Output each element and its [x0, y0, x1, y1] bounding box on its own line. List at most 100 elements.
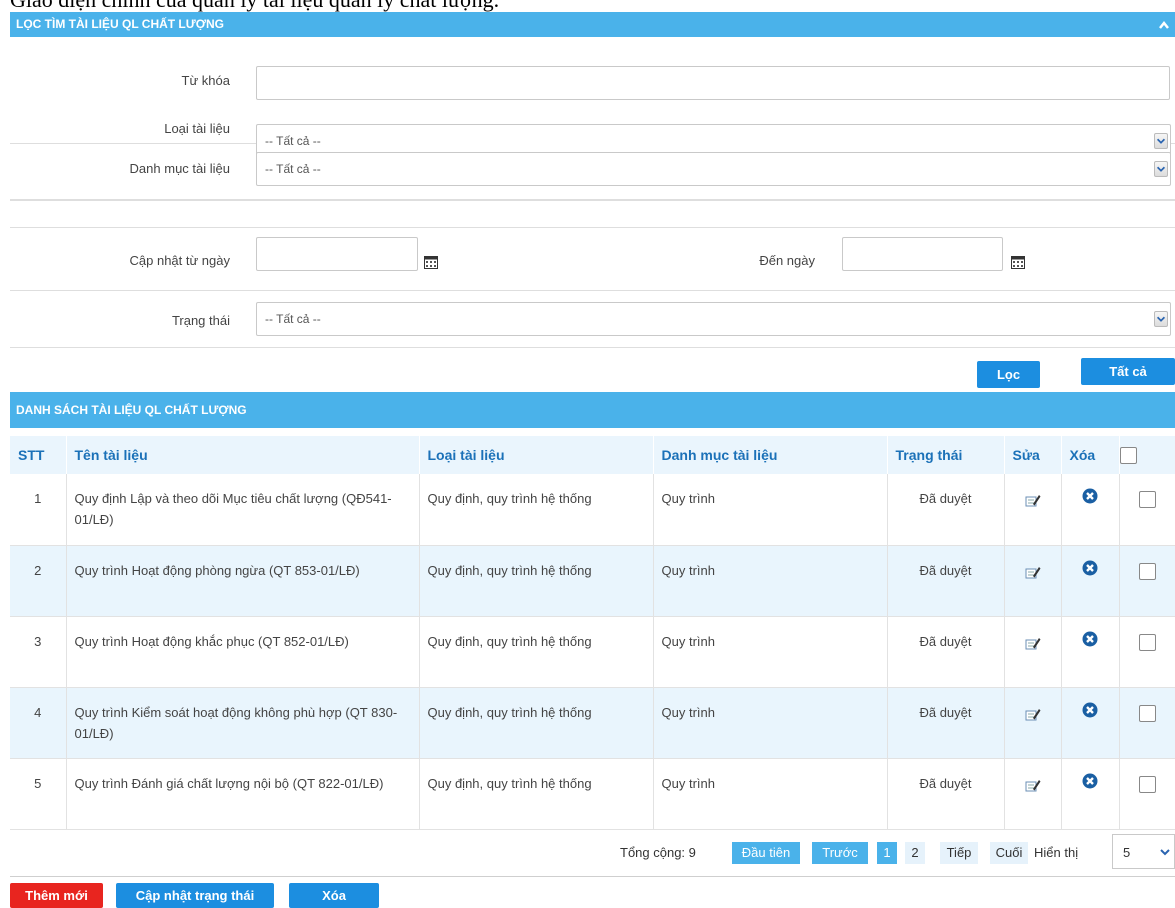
edit-icon[interactable]	[1025, 492, 1041, 508]
cell-status: Đã duyệt	[887, 758, 1005, 830]
filter-section-header[interactable]: LỌC TÌM TÀI LIỆU QL CHẤT LƯỢNG	[10, 12, 1175, 37]
list-section-header: DANH SÁCH TÀI LIỆU QL CHẤT LƯỢNG	[10, 392, 1175, 428]
table-row: 1 Quy định Lập và theo dõi Mục tiêu chất …	[10, 474, 1175, 546]
divider-1	[10, 227, 1175, 228]
chevron-down-icon[interactable]	[1154, 161, 1168, 177]
select-all-checkbox[interactable]	[1119, 446, 1137, 464]
chevron-down-icon[interactable]	[1154, 311, 1168, 327]
col-header-status[interactable]: Trạng thái	[887, 436, 1005, 474]
cell-name[interactable]: Quy trình Hoạt động phòng ngừa (QT 853-0…	[66, 545, 420, 617]
edit-icon[interactable]	[1025, 777, 1041, 793]
col-header-category[interactable]: Danh mục tài liệu	[653, 436, 888, 474]
keyword-input[interactable]	[256, 66, 1170, 100]
chevron-up-icon[interactable]	[1157, 12, 1171, 37]
chevron-down-icon[interactable]	[1159, 846, 1171, 858]
chevron-down-icon[interactable]	[1154, 133, 1168, 149]
show-all-button[interactable]: Tất cả	[1081, 358, 1175, 385]
keyword-label: Từ khóa	[181, 73, 230, 88]
calendar-icon[interactable]	[1011, 255, 1025, 269]
cell-name[interactable]: Quy trình Đánh giá chất lượng nội bộ (QT…	[66, 758, 420, 830]
col-header-type[interactable]: Loại tài liệu	[419, 436, 654, 474]
row-checkbox[interactable]	[1138, 775, 1156, 793]
to-date-label: Đến ngày	[759, 253, 815, 268]
documents-table: STT Tên tài liệu Loại tài liệu Danh mục …	[10, 436, 1175, 830]
cell-category: Quy trình	[653, 687, 888, 759]
cell-delete	[1061, 616, 1120, 688]
status-value: -- Tất cả --	[265, 312, 321, 326]
cell-status: Đã duyệt	[887, 474, 1005, 546]
update-status-button[interactable]: Cập nhật trạng thái	[116, 883, 274, 908]
cell-select	[1119, 474, 1175, 546]
to-date-input[interactable]	[842, 237, 1003, 271]
cell-delete	[1061, 474, 1120, 546]
delete-button[interactable]: Xóa	[289, 883, 379, 908]
from-date-input[interactable]	[256, 237, 418, 271]
cell-delete	[1061, 758, 1120, 830]
filter-section-title: LỌC TÌM TÀI LIỆU QL CHẤT LƯỢNG	[16, 17, 224, 31]
cell-edit	[1004, 687, 1062, 759]
cell-category: Quy trình	[653, 758, 888, 830]
page-2-button[interactable]: 2	[905, 842, 925, 864]
delete-icon[interactable]	[1082, 560, 1098, 576]
cell-status: Đã duyệt	[887, 545, 1005, 617]
col-header-stt: STT	[10, 436, 67, 474]
delete-icon[interactable]	[1082, 631, 1098, 647]
table-row: 5 Quy trình Đánh giá chất lượng nội bộ (Q…	[10, 758, 1175, 830]
row-checkbox[interactable]	[1138, 704, 1156, 722]
edit-icon[interactable]	[1025, 564, 1041, 580]
cell-edit	[1004, 474, 1062, 546]
row-checkbox[interactable]	[1138, 633, 1156, 651]
delete-icon[interactable]	[1082, 488, 1098, 504]
cell-type: Quy định, quy trình hệ thống	[419, 545, 654, 617]
cell-category: Quy trình	[653, 474, 888, 546]
doc-type-value: -- Tất cả --	[265, 134, 321, 148]
pagination: Tổng cộng: 9 Đầu tiên Trước 1 2 Tiếp Cuố…	[0, 834, 1175, 869]
cell-select	[1119, 758, 1175, 830]
first-page-button[interactable]: Đầu tiên	[732, 842, 800, 864]
from-date-label: Cập nhật từ ngày	[129, 253, 231, 268]
edit-icon[interactable]	[1025, 706, 1041, 722]
category-value: -- Tất cả --	[265, 162, 321, 176]
cell-name[interactable]: Quy trình Hoạt động khắc phục (QT 852-01…	[66, 616, 420, 688]
cell-select	[1119, 616, 1175, 688]
status-label: Trạng thái	[171, 313, 230, 328]
page-1-button[interactable]: 1	[877, 842, 897, 864]
prev-page-button[interactable]: Trước	[812, 842, 868, 864]
doc-type-label: Loại tài liệu	[164, 121, 230, 136]
total-count: Tổng cộng: 9	[620, 845, 696, 860]
delete-icon[interactable]	[1082, 702, 1098, 718]
delete-icon[interactable]	[1082, 773, 1098, 789]
next-page-button[interactable]: Tiếp	[940, 842, 978, 864]
filter-button[interactable]: Lọc	[977, 361, 1040, 388]
table-row: 3 Quy trình Hoạt động khắc phục (QT 852-0…	[10, 616, 1175, 688]
cell-edit	[1004, 758, 1062, 830]
table-row: 2 Quy trình Hoạt động phòng ngừa (QT 853-…	[10, 545, 1175, 617]
cell-select	[1119, 545, 1175, 617]
status-select[interactable]: -- Tất cả --	[256, 302, 1171, 336]
cell-select	[1119, 687, 1175, 759]
row-checkbox[interactable]	[1138, 562, 1156, 580]
add-new-button[interactable]: Thêm mới	[10, 883, 103, 908]
footer-divider	[10, 876, 1175, 877]
cell-name[interactable]: Quy trình Kiểm soát hoạt động không phù …	[66, 687, 420, 759]
cell-stt: 1	[10, 474, 67, 546]
category-label: Danh mục tài liệu	[129, 161, 230, 176]
col-header-delete: Xóa	[1061, 436, 1120, 474]
cell-type: Quy định, quy trình hệ thống	[419, 616, 654, 688]
edit-icon[interactable]	[1025, 635, 1041, 651]
cell-delete	[1061, 687, 1120, 759]
page-size-select[interactable]: 5	[1112, 834, 1175, 869]
calendar-icon[interactable]	[424, 255, 438, 269]
category-select[interactable]: -- Tất cả --	[256, 152, 1171, 186]
list-section-title: DANH SÁCH TÀI LIỆU QL CHẤT LƯỢNG	[16, 403, 247, 417]
cell-status: Đã duyệt	[887, 687, 1005, 759]
cell-category: Quy trình	[653, 616, 888, 688]
table-row: 4 Quy trình Kiểm soát hoạt động không phù…	[10, 687, 1175, 759]
cell-type: Quy định, quy trình hệ thống	[419, 758, 654, 830]
cell-name[interactable]: Quy định Lập và theo dõi Mục tiêu chất l…	[66, 474, 420, 546]
last-page-button[interactable]: Cuối	[990, 842, 1028, 864]
cell-stt: 4	[10, 687, 67, 759]
cell-stt: 3	[10, 616, 67, 688]
col-header-name[interactable]: Tên tài liệu	[66, 436, 420, 474]
row-checkbox[interactable]	[1138, 491, 1156, 509]
